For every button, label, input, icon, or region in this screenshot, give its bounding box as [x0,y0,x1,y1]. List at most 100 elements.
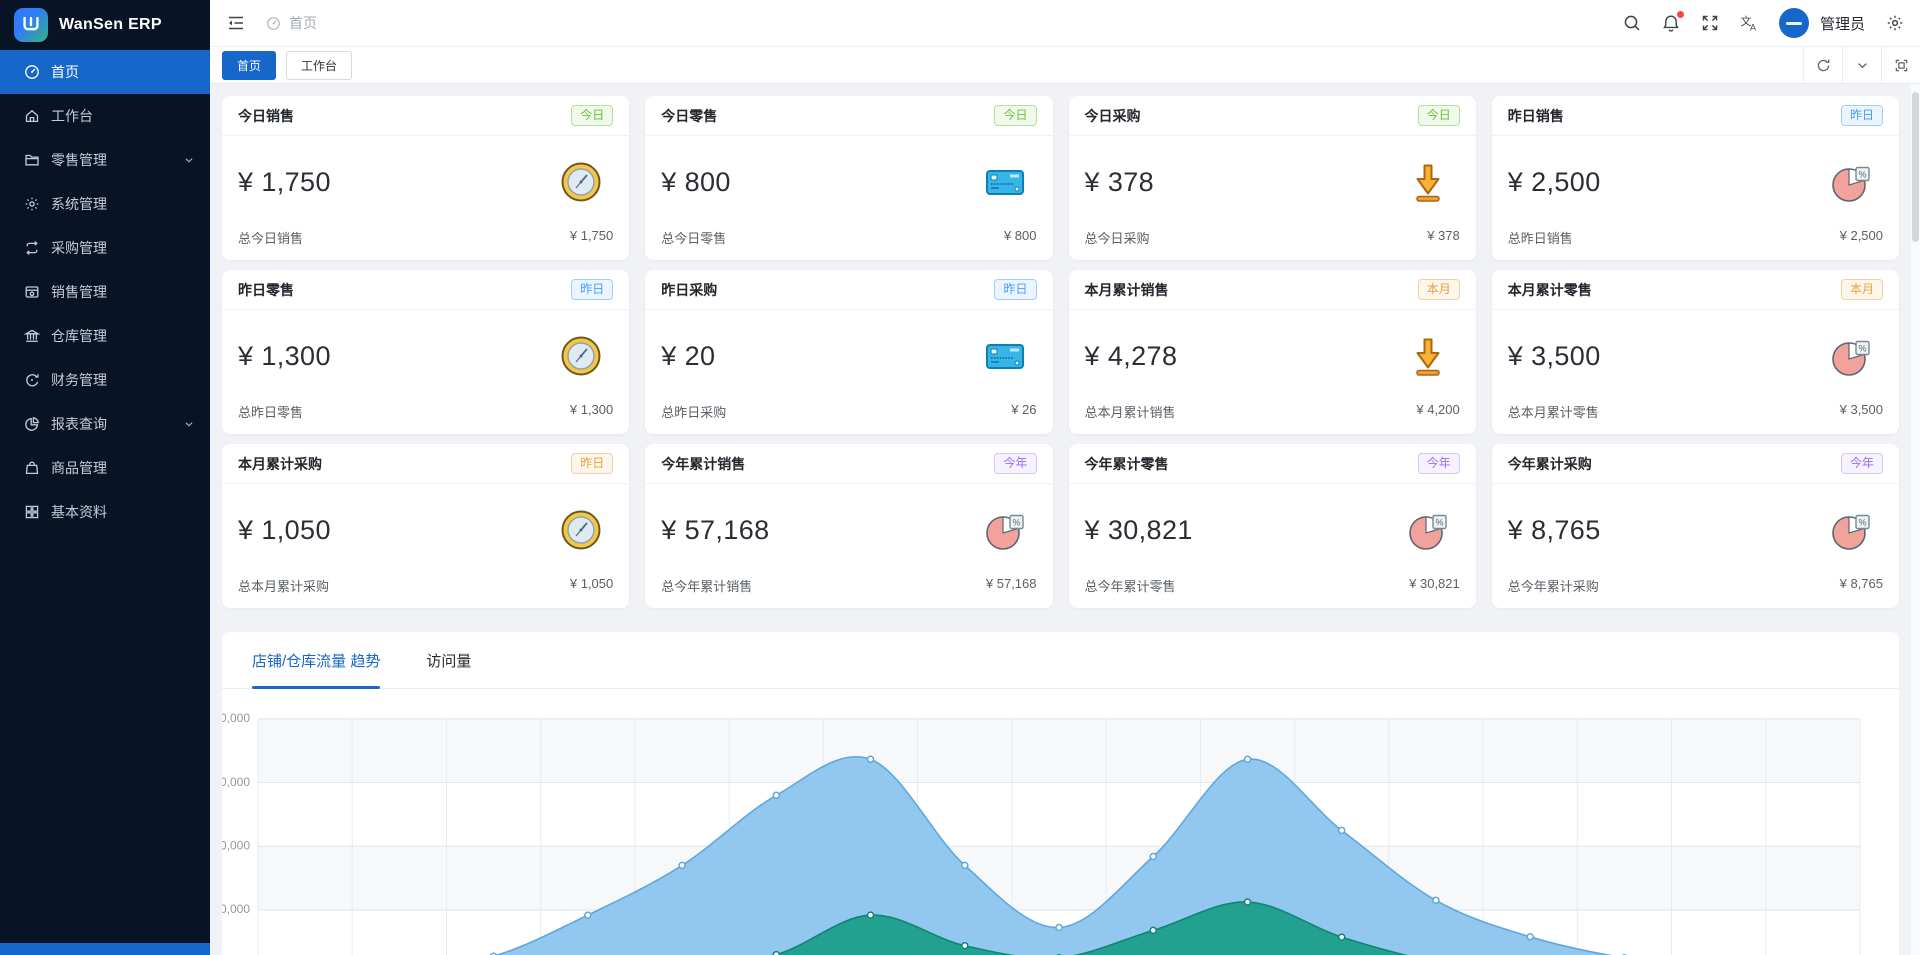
translate-icon[interactable]: 文A [1740,14,1758,32]
sales-icon [24,284,40,300]
stat-card: 昨日采购昨日¥ 20总昨日采购¥ 26 [645,270,1052,434]
sidebar-item-3[interactable]: 系统管理 [0,182,210,226]
username[interactable]: 管理员 [1820,13,1865,34]
pie-chart-icon [24,416,40,432]
sidebar-item-9[interactable]: 商品管理 [0,446,210,490]
chart-card: 店铺/仓库流量 趋势访问量 20,00040,00060,00080,000 [222,632,1899,955]
sidebar-item-10[interactable]: 基本资料 [0,490,210,534]
status-badge: 昨日 [1841,105,1883,126]
stat-card-head: 本月累计采购昨日 [222,444,629,484]
dashboard-icon [24,64,40,80]
stat-card-body: ¥ 20 [645,310,1052,402]
sidebar-item-label: 销售管理 [51,282,107,302]
stat-card-footer-label: 总今日采购 [1085,228,1150,247]
stat-cards-grid: 今日销售今日¥ 1,750总今日销售¥ 1,750今日零售今日¥ 800总今日零… [222,96,1899,608]
stat-card-title: 今日采购 [1085,106,1141,126]
stat-card-value: ¥ 4,278 [1085,341,1178,372]
stat-card-footer-value: ¥ 4,200 [1416,402,1459,421]
stat-card-footer-value: ¥ 3,500 [1840,402,1883,421]
sidebar-item-label: 基本资料 [51,502,107,522]
svg-text:%: % [1435,518,1443,528]
breadcrumb: 首页 [266,13,317,33]
card-icon [983,334,1027,378]
pie-icon: % [1829,508,1873,552]
status-badge: 本月 [1841,279,1883,300]
sidebar-item-label: 报表查询 [51,414,107,434]
maximize-icon[interactable] [1881,47,1920,83]
stat-card-head: 今日采购 今日 [1069,96,1476,136]
search-icon[interactable] [1623,14,1641,32]
svg-text:20,000: 20,000 [222,902,250,916]
fullscreen-expand-icon[interactable] [1701,14,1719,32]
download-icon [1406,334,1450,378]
status-badge: 昨日 [571,279,613,300]
stat-card-body: ¥ 1,750 [222,136,629,228]
refresh-icon[interactable] [1803,47,1842,83]
sidebar-item-label: 财务管理 [51,370,107,390]
chevron-down-icon [182,153,196,167]
content: 今日销售今日¥ 1,750总今日销售¥ 1,750今日零售今日¥ 800总今日零… [210,84,1920,955]
svg-text:%: % [1858,518,1866,528]
notifications-bell-icon[interactable] [1662,14,1680,32]
chevron-down-icon[interactable] [1842,47,1881,83]
stat-card-footer: 总今日销售¥ 1,750 [222,228,629,260]
status-badge: 本月 [1418,279,1460,300]
stat-card-value: ¥ 378 [1085,167,1155,198]
sidebar-item-0[interactable]: 首页 [0,50,210,94]
stat-card-footer: 总昨日零售¥ 1,300 [222,402,629,434]
stat-card-footer-label: 总今日零售 [661,228,726,247]
chart-tabs: 店铺/仓库流量 趋势 访问量 [222,632,1899,689]
sidebar: WanSen ERP 首页工作台零售管理系统管理采购管理销售管理仓库管理财务管理… [0,0,210,955]
sidebar-item-4[interactable]: 采购管理 [0,226,210,270]
main-column: 首页 文A 管理员 [210,0,1920,955]
status-badge: 今日 [1418,105,1460,126]
stat-card-body: ¥ 2,500% [1492,136,1899,228]
sidebar-collapse-icon[interactable] [226,13,246,33]
chart-tab-1[interactable]: 访问量 [426,632,471,688]
sidebar-item-label: 采购管理 [51,238,107,258]
sidebar-item-8[interactable]: 报表查询 [0,402,210,446]
repeat-icon [24,240,40,256]
status-badge: 今年 [1841,453,1883,474]
sidebar-item-6[interactable]: 仓库管理 [0,314,210,358]
sidebar-item-5[interactable]: 销售管理 [0,270,210,314]
settings-gear-icon[interactable] [1886,14,1904,32]
chart-tab-0[interactable]: 店铺/仓库流量 趋势 [252,632,380,688]
app-root: WanSen ERP 首页工作台零售管理系统管理采购管理销售管理仓库管理财务管理… [0,0,1920,955]
sidebar-item-label: 系统管理 [51,194,107,214]
stat-card-footer-label: 总今年累计采购 [1508,576,1599,595]
stat-card-footer-value: ¥ 800 [1004,228,1037,247]
page-tab-1[interactable]: 工作台 [286,51,352,80]
pie-icon: % [983,508,1027,552]
stat-card-footer: 总本月累计销售¥ 4,200 [1069,402,1476,434]
stat-card-body: ¥ 30,821% [1069,484,1476,576]
sidebar-item-2[interactable]: 零售管理 [0,138,210,182]
page-tab-0[interactable]: 首页 [222,51,276,80]
notification-dot [1677,11,1684,18]
avatar[interactable] [1779,8,1809,38]
stat-card: 今日销售今日¥ 1,750总今日销售¥ 1,750 [222,96,629,260]
svg-text:60,000: 60,000 [222,775,250,789]
app-logo: WanSen ERP [0,0,210,50]
sidebar-footer-strip [0,943,210,955]
stat-card-footer-value: ¥ 8,765 [1840,576,1883,595]
svg-text:%: % [1012,518,1020,528]
finance-icon [24,372,40,388]
stat-card-head: 昨日零售昨日 [222,270,629,310]
stat-card-footer: 总本月累计采购¥ 1,050 [222,576,629,608]
vertical-scrollbar[interactable] [1912,92,1919,242]
status-badge: 今日 [994,105,1036,126]
stat-card-footer-label: 总本月累计零售 [1508,402,1599,421]
sidebar-item-7[interactable]: 财务管理 [0,358,210,402]
logo-icon [14,8,48,42]
stat-card-title: 昨日采购 [661,280,717,300]
stat-card-footer-label: 总本月累计采购 [238,576,329,595]
stat-card-footer-value: ¥ 26 [1011,402,1036,421]
stat-card-footer: 总今日采购¥ 378 [1069,228,1476,260]
tab-tools [1803,47,1920,83]
stat-card-footer: 总今年累计采购 ¥ 8,765 [1492,576,1899,608]
stat-card: 本月累计零售本月¥ 3,500%总本月累计零售¥ 3,500 [1492,270,1899,434]
sidebar-item-1[interactable]: 工作台 [0,94,210,138]
stat-card-value: ¥ 3,500 [1508,341,1601,372]
stat-card-footer-value: ¥ 1,300 [570,402,613,421]
